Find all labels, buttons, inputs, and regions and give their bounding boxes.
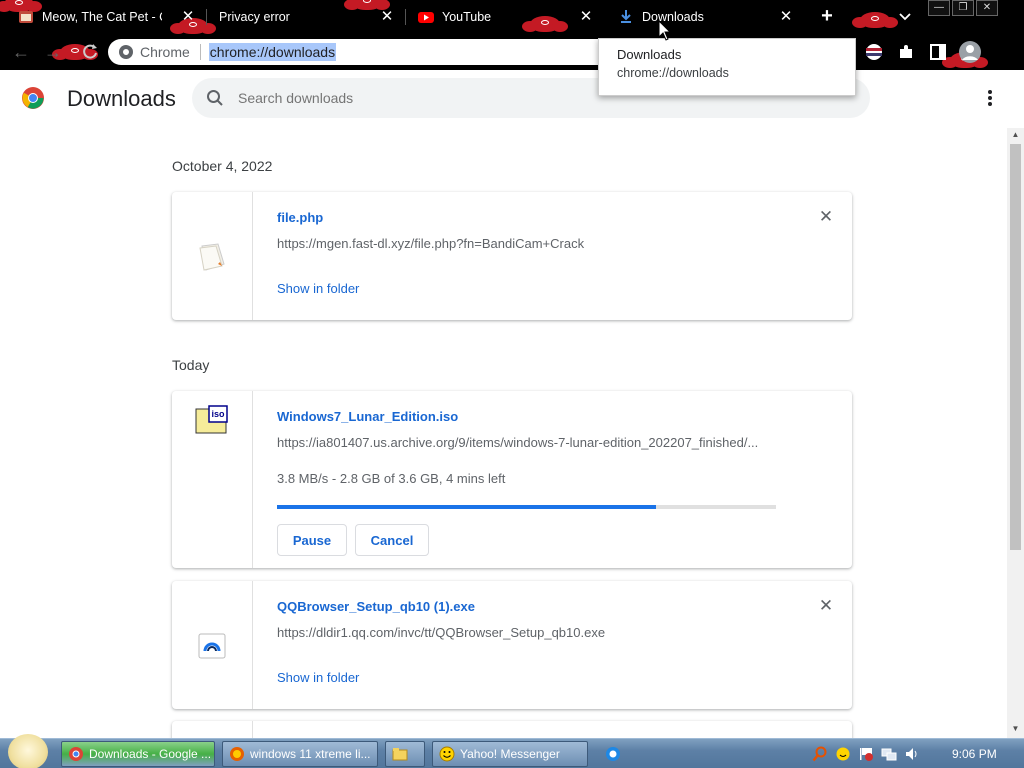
show-in-folder-link[interactable]: Show in folder (277, 670, 359, 685)
chrome-taskbar-icon (69, 747, 83, 761)
taskbar-clock[interactable]: 9:06 PM (952, 747, 997, 761)
cat-favicon-icon (19, 11, 33, 23)
forward-button[interactable]: → (42, 41, 64, 63)
site-chip-label: Chrome (140, 44, 190, 60)
taskbar-item-label: Downloads - Google ... (89, 747, 212, 761)
extensions-puzzle-icon[interactable] (896, 42, 916, 62)
more-actions-menu-icon[interactable] (980, 88, 1000, 108)
side-panel-icon[interactable] (928, 42, 948, 62)
tooltip-url: chrome://downloads (617, 66, 729, 80)
tab-close-icon[interactable]: ✕ (778, 9, 794, 25)
url-text[interactable]: chrome://downloads (208, 43, 337, 61)
download-item-windows7-iso: iso Windows7_Lunar_Edition.iso https://i… (172, 391, 852, 568)
address-bar[interactable]: Chrome chrome://downloads (108, 39, 668, 65)
tab-close-icon[interactable]: ✕ (180, 9, 196, 25)
tab-strip: Meow, The Cat Pet - Chro ✕ Privacy error… (0, 0, 1024, 34)
action-center-flag-icon[interactable] (858, 746, 874, 762)
remove-from-list-icon[interactable]: ✕ (816, 207, 836, 227)
profile-avatar-icon[interactable] (958, 40, 982, 64)
tab-close-icon[interactable]: ✕ (379, 9, 395, 25)
system-tray (812, 741, 927, 767)
tab-title: Meow, The Cat Pet - Chro (42, 10, 162, 24)
yahoo-smiley-icon (439, 746, 455, 762)
youtube-icon (418, 12, 434, 23)
remove-from-list-icon[interactable]: ✕ (816, 596, 836, 616)
date-header: Today (172, 357, 210, 373)
taskbar-item-downloads[interactable]: Downloads - Google ... (61, 741, 215, 767)
iso-file-icon: iso (195, 405, 228, 434)
taskbar-item-yahoo-messenger[interactable]: Yahoo! Messenger (432, 741, 588, 767)
os-taskbar: Downloads - Google ... windows 11 xtreme… (0, 734, 1024, 768)
tab-title: YouTube (442, 10, 492, 24)
page-scrollbar[interactable]: ▲ ▼ (1007, 128, 1024, 738)
chrome-logo-icon (22, 87, 44, 109)
tab-search-chevron-icon[interactable] (897, 7, 913, 25)
tab-title: Privacy error (219, 10, 290, 24)
date-header: October 4, 2022 (172, 158, 273, 174)
document-file-icon (199, 243, 225, 271)
file-name-link[interactable]: Windows7_Lunar_Edition.iso (277, 409, 458, 424)
show-in-folder-link[interactable]: Show in folder (277, 281, 359, 296)
taskbar-item-label: Yahoo! Messenger (460, 747, 560, 761)
window-controls: — ❐ ✕ (928, 0, 1000, 16)
firefox-taskbar-icon (230, 747, 244, 761)
ie-taskbar-icon[interactable] (605, 746, 621, 762)
omnibox-divider (199, 44, 201, 60)
file-name-link[interactable]: QQBrowser_Setup_qb10 (1).exe (277, 599, 475, 614)
close-window-button[interactable]: ✕ (976, 0, 998, 16)
scroll-up-arrow-icon[interactable]: ▲ (1007, 128, 1024, 142)
tab-youtube[interactable]: YouTube ✕ (406, 0, 604, 34)
file-icon-column (172, 192, 253, 320)
taskbar-item-explorer[interactable] (385, 741, 425, 767)
tooltip-title: Downloads (617, 47, 682, 62)
search-icon (207, 90, 223, 106)
mouse-cursor-icon (658, 20, 672, 41)
page-title: Downloads (67, 86, 176, 111)
flag-extension-icon[interactable] (864, 42, 884, 62)
scrollbar-thumb[interactable] (1010, 144, 1021, 550)
minimize-button[interactable]: — (928, 0, 950, 16)
tab-hover-tooltip: Downloads chrome://downloads (598, 38, 856, 96)
file-name-link[interactable]: file.php (277, 210, 323, 225)
search-tray-icon[interactable] (812, 746, 828, 762)
tab-meow[interactable]: Meow, The Cat Pet - Chro ✕ (0, 0, 206, 34)
taskbar-item-firefox[interactable]: windows 11 xtreme li... (222, 741, 378, 767)
tab-close-icon[interactable]: ✕ (578, 9, 594, 25)
svg-text:iso: iso (211, 409, 225, 419)
pause-button[interactable]: Pause (277, 524, 347, 556)
reload-icon[interactable] (80, 42, 100, 62)
qqbrowser-app-icon (198, 633, 226, 659)
downloads-toolbar: Downloads (0, 70, 1024, 128)
messenger-tray-icon[interactable] (835, 746, 851, 762)
progress-fill (277, 505, 657, 509)
folder-taskbar-icon (392, 748, 408, 761)
chrome-site-icon (119, 45, 133, 59)
tab-downloads[interactable]: Downloads ✕ (606, 0, 804, 34)
download-icon (621, 10, 631, 23)
network-tray-icon[interactable] (881, 746, 897, 762)
file-url[interactable]: https://ia801407.us.archive.org/9/items/… (277, 435, 758, 450)
restore-button[interactable]: ❐ (952, 0, 974, 16)
new-tab-button[interactable]: + (816, 5, 838, 27)
start-button[interactable] (8, 734, 48, 768)
back-button[interactable]: ← (10, 41, 32, 63)
volume-speaker-icon[interactable] (904, 746, 920, 762)
file-url[interactable]: https://mgen.fast-dl.xyz/file.php?fn=Ban… (277, 236, 584, 251)
theme-cloud-decoration (852, 12, 898, 28)
download-progress-bar (277, 505, 776, 509)
file-icon-column (172, 581, 253, 709)
file-icon-column: iso (172, 391, 253, 568)
taskbar-item-label: windows 11 xtreme li... (250, 747, 371, 761)
download-item-qqbrowser: QQBrowser_Setup_qb10 (1).exe https://dld… (172, 581, 852, 709)
cancel-button[interactable]: Cancel (355, 524, 429, 556)
tab-privacy-error[interactable]: Privacy error ✕ (207, 0, 405, 34)
browser-toolbar: ← → Chrome chrome://downloads (0, 34, 1024, 70)
file-url[interactable]: https://dldir1.qq.com/invc/tt/QQBrowser_… (277, 625, 605, 640)
download-status: 3.8 MB/s - 2.8 GB of 3.6 GB, 4 mins left (277, 471, 506, 486)
download-item-file-php: file.php https://mgen.fast-dl.xyz/file.p… (172, 192, 852, 320)
scroll-down-arrow-icon[interactable]: ▼ (1007, 722, 1024, 736)
